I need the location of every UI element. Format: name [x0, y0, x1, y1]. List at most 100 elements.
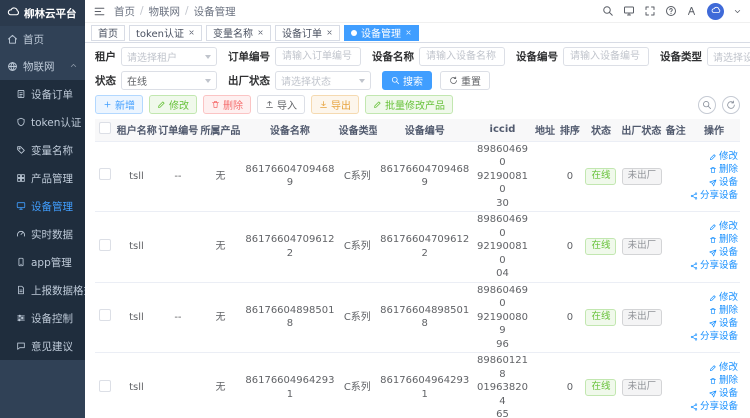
filter-device-type-select[interactable]: 请选择设备类型: [707, 47, 750, 66]
cloud-logo-icon: [7, 5, 20, 21]
column-header-设备编号: 设备编号: [377, 119, 472, 141]
filter-device-no-input[interactable]: [563, 47, 649, 66]
sidebar-item-iot[interactable]: 物联网: [0, 53, 85, 80]
select-value: 请选择设备类型: [713, 49, 750, 64]
breadcrumb-item[interactable]: 设备管理: [194, 4, 236, 19]
tab-variable-name[interactable]: 变量名称: [206, 25, 271, 41]
topbar: 首页/物联网/设备管理: [85, 0, 750, 23]
row-action-share[interactable]: 分享设备: [690, 401, 738, 413]
share-icon: [690, 192, 698, 200]
add-button[interactable]: 新增: [95, 95, 143, 114]
row-action-device[interactable]: 设备: [709, 177, 738, 189]
tab-device-order[interactable]: 设备订单: [275, 25, 340, 41]
toggle-search-button[interactable]: [698, 96, 716, 114]
row-action-edit[interactable]: 修改: [709, 362, 738, 374]
sidebar-item-app-mgmt[interactable]: app管理: [0, 248, 85, 276]
close-icon[interactable]: [326, 29, 333, 36]
edit-button[interactable]: 修改: [149, 95, 197, 114]
doc-icon: [16, 285, 26, 295]
sidebar-item-label: 产品管理: [31, 171, 73, 186]
row-checkbox[interactable]: [99, 239, 111, 251]
row-action-edit[interactable]: 修改: [709, 292, 738, 304]
import-button[interactable]: 导入: [257, 95, 305, 114]
breadcrumb-item[interactable]: 首页: [114, 4, 135, 19]
tab-token-auth[interactable]: token认证: [129, 25, 202, 41]
search-button[interactable]: 搜索: [382, 71, 432, 90]
logo[interactable]: 柳林云平台: [0, 0, 85, 26]
fullscreen-icon[interactable]: [644, 5, 656, 17]
tab-home[interactable]: 首页: [91, 25, 125, 41]
refresh-table-button[interactable]: [722, 96, 740, 114]
sidebar-item-feedback[interactable]: 意见建议: [0, 332, 85, 360]
sidebar-item-product-mgmt[interactable]: 产品管理: [0, 164, 85, 192]
sidebar-item-realtime-data[interactable]: 实时数据: [0, 220, 85, 248]
download-icon: [319, 100, 328, 109]
row-action-edit[interactable]: 修改: [709, 151, 738, 163]
close-icon[interactable]: [257, 29, 264, 36]
sidebar-item-variable-name[interactable]: 变量名称: [0, 136, 85, 164]
button-label: 删除: [223, 97, 243, 112]
delete-button[interactable]: 删除: [203, 95, 251, 114]
row-action-device[interactable]: 设备: [709, 388, 738, 400]
font-size-icon[interactable]: [686, 5, 698, 17]
breadcrumb-item[interactable]: 物联网: [149, 4, 181, 19]
help-icon[interactable]: [665, 5, 677, 17]
filter-device-name-input[interactable]: [419, 47, 505, 66]
row-checkbox[interactable]: [99, 380, 111, 392]
sidebar-item-home[interactable]: 首页: [0, 26, 85, 53]
filter-label: 出厂状态: [228, 73, 270, 88]
row-action-label: 删除: [719, 305, 738, 317]
avatar[interactable]: [707, 3, 724, 20]
select-all-checkbox[interactable]: [99, 122, 111, 134]
row-action-delete[interactable]: 删除: [709, 305, 738, 317]
breadcrumb-separator: /: [140, 5, 144, 17]
filter-tenant-select[interactable]: 请选择租户: [121, 47, 217, 66]
row-action-device[interactable]: 设备: [709, 318, 738, 330]
cell-address: [533, 282, 558, 353]
cell-order_no: --: [157, 282, 198, 353]
filter-group-device-type: 设备类型请选择设备类型: [660, 47, 750, 66]
monitor-icon: [623, 5, 635, 17]
batch-edit-button[interactable]: 批量修改产品: [365, 95, 453, 114]
shield-icon: [16, 117, 26, 127]
cell-tenant: tsll: [116, 282, 157, 353]
sidebar-item-report-format[interactable]: 上报数据格式: [0, 276, 85, 304]
reset-button-label: 重置: [461, 73, 481, 88]
sidebar-toggle-button[interactable]: [93, 5, 106, 18]
tab-device-mgmt[interactable]: 设备管理: [344, 25, 419, 41]
row-checkbox[interactable]: [99, 309, 111, 321]
user-menu-caret-icon[interactable]: [733, 7, 742, 16]
sidebar-item-device-control[interactable]: 设备控制: [0, 304, 85, 332]
close-icon[interactable]: [405, 29, 412, 36]
button-label: 修改: [169, 97, 189, 112]
row-action-delete[interactable]: 删除: [709, 234, 738, 246]
filter-factory-status-select[interactable]: 请选择状态: [275, 71, 371, 90]
row-action-share[interactable]: 分享设备: [690, 190, 738, 202]
caret-up-icon: [69, 61, 78, 73]
row-action-device[interactable]: 设备: [709, 247, 738, 259]
row-action-share[interactable]: 分享设备: [690, 331, 738, 343]
layout-size-icon[interactable]: [623, 5, 635, 17]
row-action-label: 设备: [719, 388, 738, 400]
row-action-delete[interactable]: 删除: [709, 164, 738, 176]
edit-icon: [709, 364, 717, 372]
header-search-icon[interactable]: [602, 5, 614, 17]
filter-order-no-input[interactable]: [275, 47, 361, 66]
sidebar-item-device-order[interactable]: 设备订单: [0, 80, 85, 108]
row-action-share[interactable]: 分享设备: [690, 260, 738, 272]
filter-status-select[interactable]: 在线: [121, 71, 217, 90]
column-header-地址: 地址: [533, 119, 558, 141]
close-icon[interactable]: [188, 29, 195, 36]
row-action-label: 分享设备: [700, 260, 738, 272]
row-action-edit[interactable]: 修改: [709, 221, 738, 233]
reset-button[interactable]: 重置: [440, 71, 490, 90]
sidebar-item-device-mgmt[interactable]: 设备管理: [0, 192, 85, 220]
sidebar-item-token-auth[interactable]: token认证: [0, 108, 85, 136]
factory-status-badge: 未出厂: [622, 379, 663, 396]
row-action-delete[interactable]: 删除: [709, 375, 738, 387]
row-checkbox[interactable]: [99, 168, 111, 180]
cell-status: 在线: [582, 212, 619, 283]
export-button[interactable]: 导出: [311, 95, 359, 114]
caret-up-icon: [69, 61, 78, 70]
cell-actions: 修改删除设备分享设备: [688, 141, 740, 212]
